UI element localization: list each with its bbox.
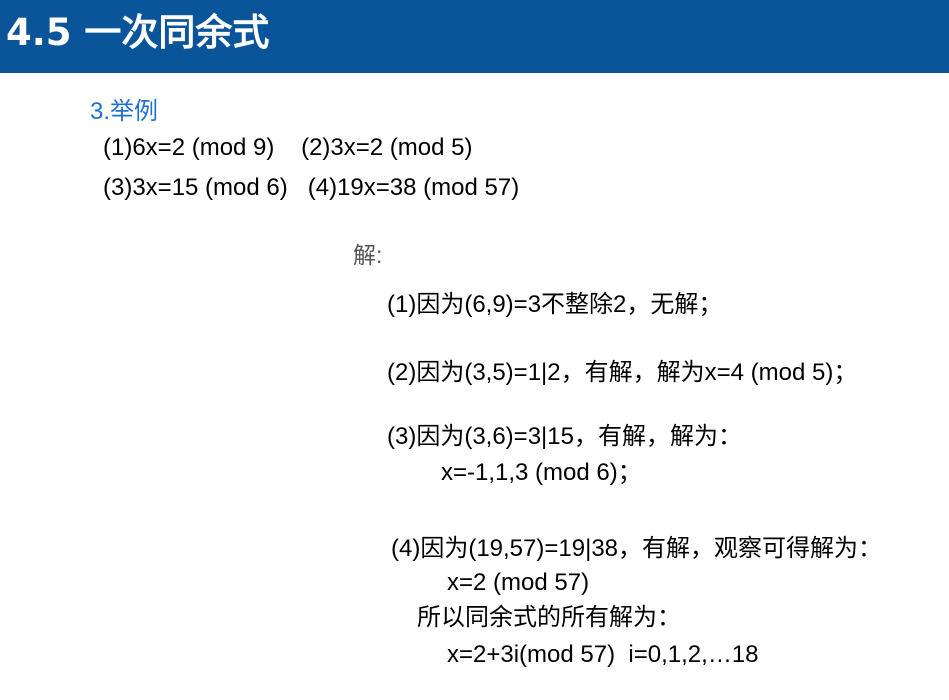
solution-2: (2)因为(3,5)=1|2，有解，解为x=4 (mod 5)； (387, 359, 858, 386)
section-heading: 3.举例 (90, 98, 159, 125)
solution-3-line-1: (3)因为(3,6)=3|15，有解，解为： (387, 423, 742, 450)
examples-line-1: (1)6x=2 (mod 9) (2)3x=2 (mod 5) (103, 134, 473, 161)
solution-4-line-4: x=2+3i(mod 57) i=0,1,2,…18 (447, 641, 759, 668)
solution-4-line-1: (4)因为(19,57)=19|38，有解，观察可得解为： (391, 535, 883, 562)
examples-line-2: (3)3x=15 (mod 6) (4)19x=38 (mod 57) (103, 174, 520, 201)
title-bar: 4.5 一次同余式 (0, 0, 949, 73)
solution-4-line-2: x=2 (mod 57) (447, 569, 590, 596)
solution-4-line-3: 所以同余式的所有解为： (417, 604, 681, 631)
solution-1: (1)因为(6,9)=3不整除2，无解； (387, 291, 723, 318)
solution-3-line-2: x=-1,1,3 (mod 6)； (441, 459, 642, 486)
solution-label: 解: (353, 242, 383, 268)
page-title: 4.5 一次同余式 (6, 11, 270, 54)
